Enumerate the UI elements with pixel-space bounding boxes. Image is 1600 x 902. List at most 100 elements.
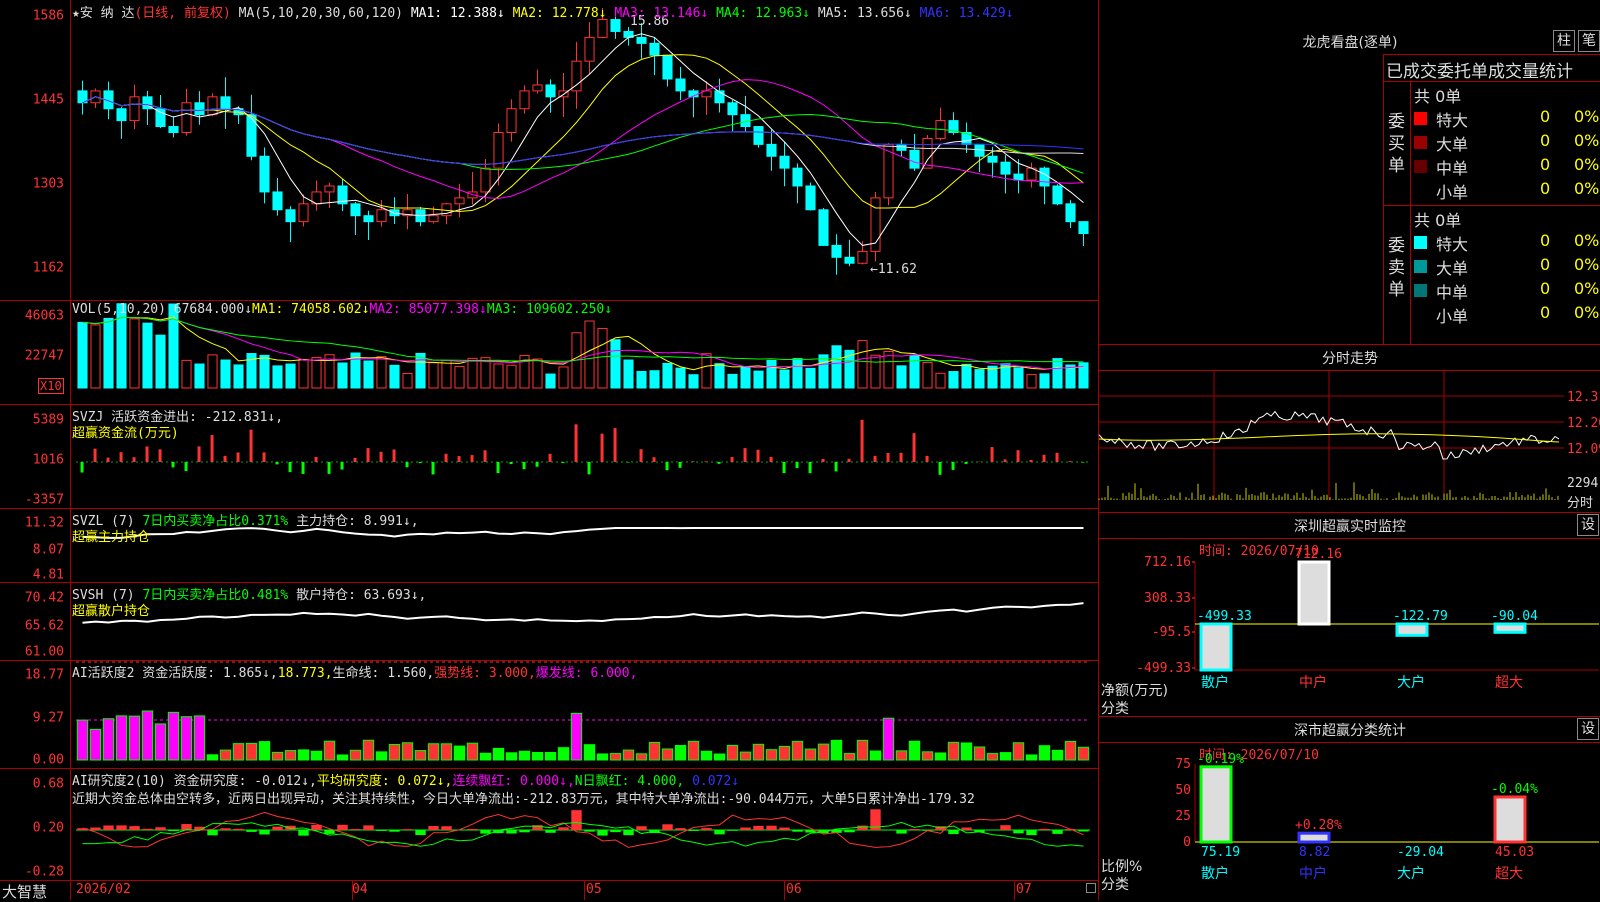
lhb-row-count: 0: [1540, 279, 1550, 298]
tick-view-button[interactable]: 笔: [1578, 30, 1600, 52]
flow-bar: [666, 462, 669, 470]
volume-bar: [793, 359, 802, 388]
activity-bar: [623, 750, 633, 760]
activity-bar: [259, 742, 269, 760]
research-bar: [181, 824, 191, 830]
intraday-panel[interactable]: 分时走势 12.31 12.20 12.09 2294 分时: [1098, 344, 1600, 513]
candle: [780, 156, 789, 168]
flow-bar: [1056, 453, 1059, 462]
intraday-chart[interactable]: [1099, 344, 1600, 512]
volume-bar: [1040, 374, 1049, 388]
flow-bar: [341, 462, 344, 470]
activity-bar: [974, 747, 984, 760]
flow-bar: [809, 462, 812, 473]
candle: [676, 79, 685, 91]
flow-bar: [146, 446, 149, 462]
volume-panel[interactable]: 46063 22747 X10 VOL(5,10,20) 67684.000↓M…: [0, 300, 1098, 405]
sell-side-label: 委卖单: [1388, 235, 1408, 301]
flow-bar: [822, 459, 825, 462]
flow-bar: [367, 448, 370, 462]
lhb-row-name: 大单: [1436, 131, 1468, 155]
color-swatch: [1414, 284, 1427, 297]
volume-bar: [143, 323, 152, 388]
lhb-row-name: 特大: [1436, 107, 1468, 131]
flow-bar: [744, 448, 747, 462]
y-tick-label: -499.33: [1136, 661, 1191, 676]
activity-bar: [207, 755, 217, 760]
bar-view-button[interactable]: 柱: [1553, 30, 1575, 52]
research-bar: [558, 827, 568, 830]
flow-bar: [562, 462, 565, 463]
category-bar: [1495, 797, 1525, 842]
volume-bar: [156, 335, 165, 388]
svzl-panel[interactable]: 11.32 8.07 4.81 SVZL (7) 7日内买卖净占比0.371% …: [0, 508, 1098, 583]
candle: [156, 109, 165, 127]
activity-bar: [545, 752, 555, 760]
research-bar: [1026, 830, 1036, 835]
flow-bar: [939, 462, 942, 475]
flow-bar: [237, 452, 240, 462]
category-bar: [1495, 624, 1525, 632]
ma-label: MA(5,10,20,30,60,120): [239, 6, 403, 21]
ai2-t4: N日飘红: 4.000,: [575, 774, 684, 789]
candle: [507, 109, 516, 133]
category-label: 大户: [1397, 674, 1425, 691]
ai-activity-panel[interactable]: 18.77 9.27 0.00 AI活跃度2 资金活跃度: 1.865↓,18.…: [0, 660, 1098, 769]
lhb-row-pct: 0%: [1574, 279, 1599, 298]
activity-bar: [285, 751, 295, 760]
svzl-ratio: 7日内买卖净占比0.371%: [142, 514, 288, 529]
lhb-row-count: 0: [1540, 107, 1550, 126]
research-bar: [467, 829, 477, 830]
bar-value-label: -499.33: [1197, 609, 1252, 624]
research-bar: [298, 830, 308, 836]
ai-research-panel[interactable]: 0.68 0.20 -0.28 AI研究度2(10) 资金研究度: -0.012…: [0, 768, 1098, 881]
activity-bar: [896, 751, 906, 760]
flow-bar: [1030, 460, 1033, 462]
research-bar: [844, 830, 854, 832]
sz-monitor-chart: 712.16308.33-95.5-499.33-499.33散户712.16中…: [1099, 512, 1600, 716]
research-bar: [116, 825, 126, 830]
research-bar: [363, 825, 373, 830]
activity-bar: [857, 740, 867, 760]
volume-bar: [507, 365, 516, 388]
sz-class-xlabel: 分类: [1101, 874, 1129, 894]
candle: [351, 204, 360, 216]
activity-bar: [688, 741, 698, 760]
category-label: 散户: [1201, 674, 1229, 691]
svzl-subtitle: 超赢主力持仓: [72, 526, 150, 545]
ma-legend-item: MA4: 12.963↓: [708, 6, 810, 21]
flow-bar: [965, 462, 968, 464]
activity-bar: [402, 743, 412, 760]
research-bar: [415, 830, 425, 835]
flow-bar: [211, 435, 214, 462]
volume-bar: [533, 359, 542, 388]
flow-bar: [1004, 459, 1007, 462]
svzj-panel[interactable]: 5389 1016 -3357 SVZJ 活跃资金进出: -212.831↓, …: [0, 404, 1098, 509]
research-bar: [480, 830, 490, 834]
y-tick-label: 75: [1175, 757, 1191, 772]
research-bar: [129, 826, 139, 830]
kline-chart[interactable]: [0, 0, 1098, 300]
activity-bar: [506, 753, 516, 760]
lhb-row-count: 0: [1540, 231, 1550, 250]
activity-bar: [1065, 741, 1075, 760]
color-swatch: [1414, 160, 1427, 173]
flow-bar: [1017, 450, 1020, 462]
candle: [455, 198, 464, 204]
category-bar: [1201, 767, 1231, 842]
flow-bar: [861, 420, 864, 462]
bar-value-label: 75.19: [1201, 845, 1240, 860]
color-swatch: [1414, 136, 1427, 149]
candle: [273, 192, 282, 210]
ai2-t3: 连续飘红: 0.000↓,: [452, 774, 574, 789]
volume-bar: [91, 325, 100, 388]
bar-value-label: 8.82: [1299, 845, 1330, 860]
flow-bar: [640, 449, 643, 462]
candle: [611, 20, 620, 32]
flow-bar: [679, 462, 682, 468]
candle: [533, 85, 542, 91]
lock-icon[interactable]: [1086, 883, 1096, 893]
svsh-panel[interactable]: 70.42 65.62 61.00 SVSH (7) 7日内买卖净占比0.481…: [0, 582, 1098, 661]
buy-side-label: 委买单: [1388, 111, 1408, 177]
kline-panel[interactable]: 1586 1445 1303 1162 ★安 纳 达(日线, 前复权) MA(5…: [0, 0, 1098, 301]
